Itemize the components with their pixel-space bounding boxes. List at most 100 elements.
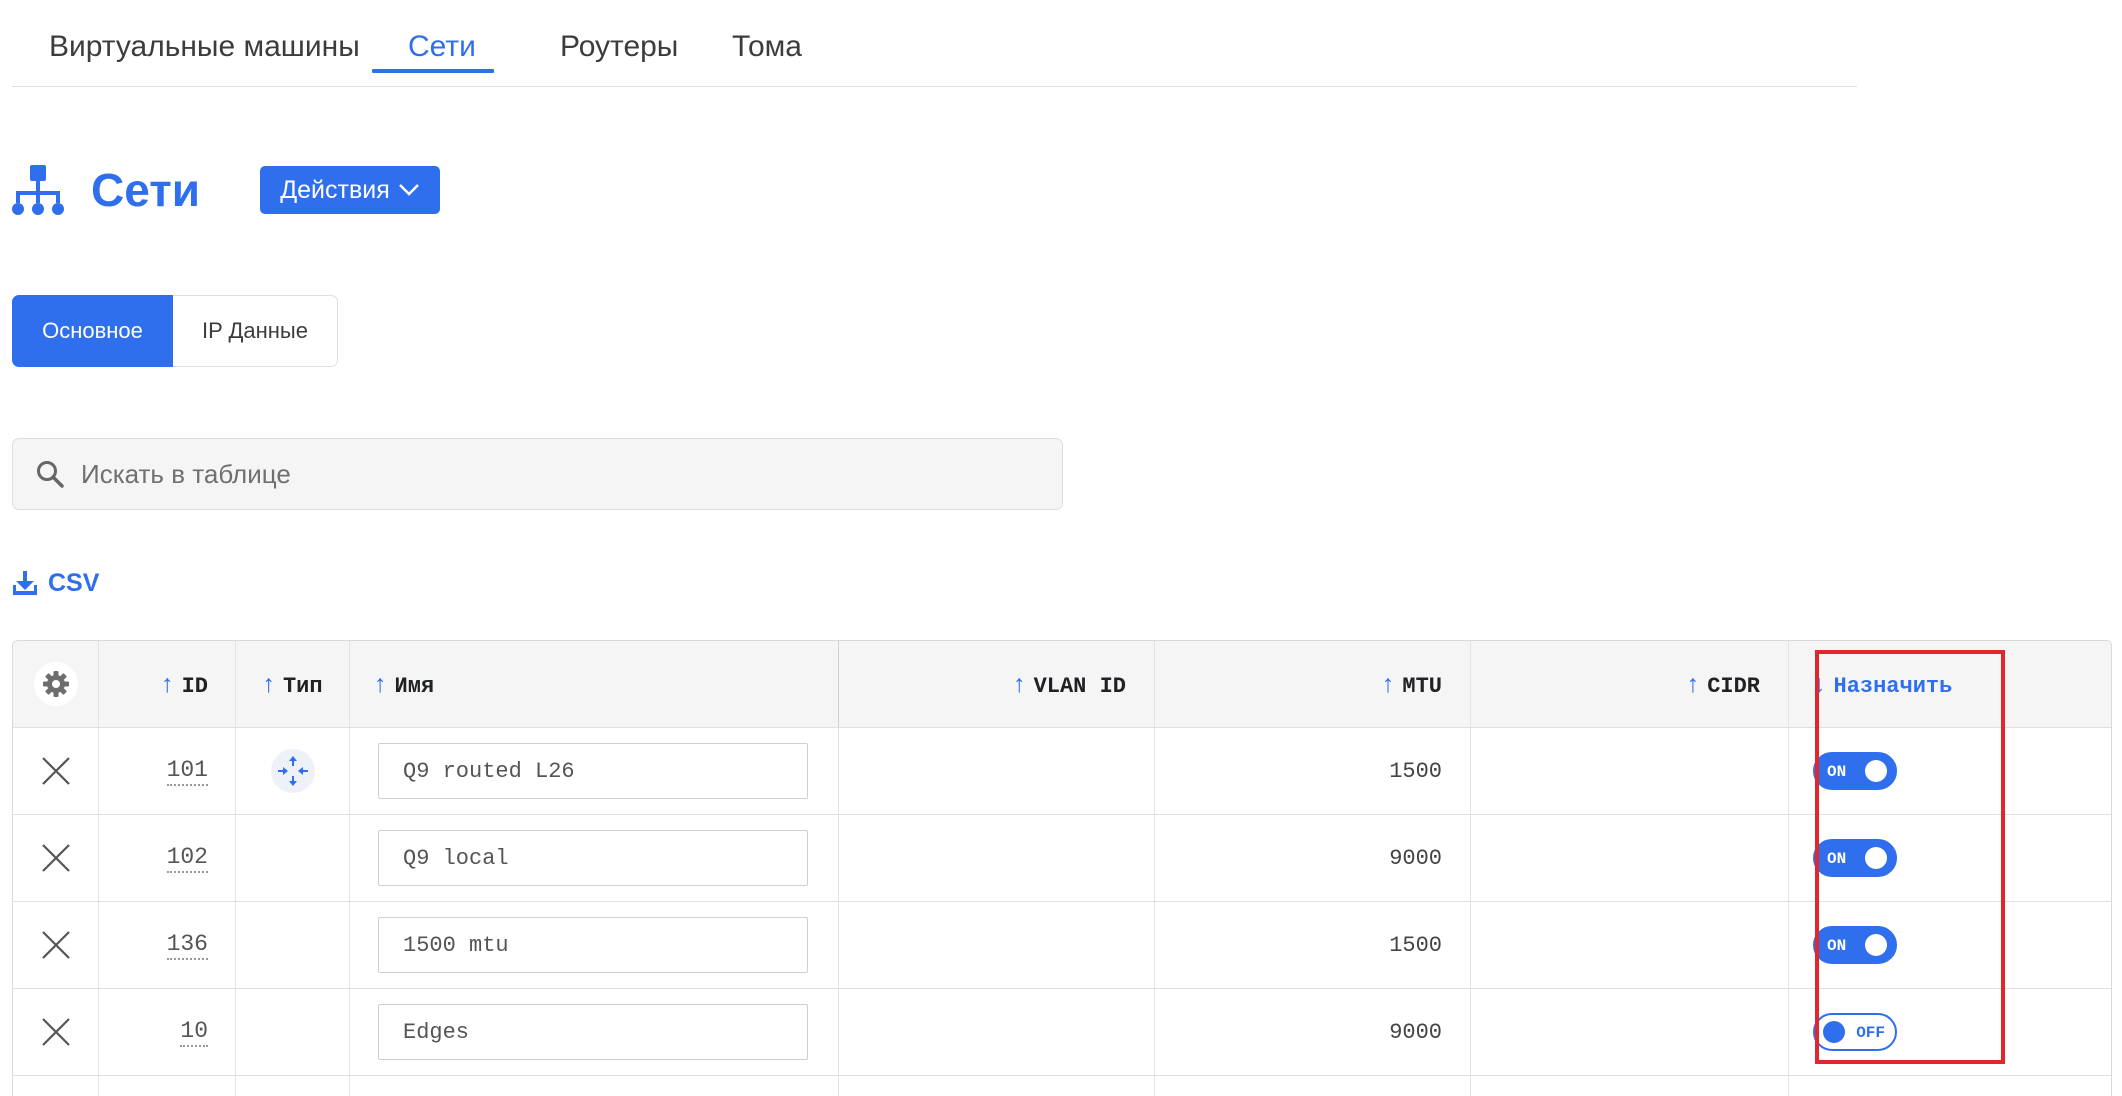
toggle-label: ON <box>1827 763 1847 781</box>
actions-label: Действия <box>280 175 390 204</box>
header-assign[interactable]: ↓ Назначить <box>1789 641 2111 727</box>
vlan-cell <box>839 989 1155 1075</box>
segment-basic[interactable]: Основное <box>12 295 173 367</box>
mtu-value: 9000 <box>1389 845 1442 871</box>
delete-cell <box>13 902 99 988</box>
csv-label: CSV <box>48 568 100 597</box>
toggle-knob <box>1865 760 1887 782</box>
network-icon <box>12 165 64 215</box>
header-cidr[interactable]: ↑ CIDR <box>1471 641 1789 727</box>
name-cell <box>350 815 839 901</box>
name-cell <box>350 728 839 814</box>
download-icon <box>13 571 37 595</box>
mtu-cell: 1500 <box>1155 728 1471 814</box>
partial-cell <box>1471 1076 1789 1096</box>
table-header-row: ↑ ID ↑ Тип ↑ Имя ↑ VLAN ID ↑ MTU ↑ CIDR ↓ Назна… <box>13 641 2111 728</box>
cidr-cell <box>1471 902 1789 988</box>
assign-toggle[interactable]: ON <box>1813 926 1897 964</box>
top-tabs: Виртуальные машины Сети Роутеры Тома <box>12 12 1857 87</box>
delete-cell <box>13 815 99 901</box>
actions-button[interactable]: Действия <box>260 166 440 214</box>
close-icon[interactable] <box>39 841 73 875</box>
search-input[interactable] <box>79 457 983 491</box>
chevron-down-icon <box>398 184 419 196</box>
type-cell <box>236 728 350 814</box>
column-settings-button[interactable] <box>33 662 78 706</box>
sort-up-icon: ↑ <box>1686 669 1700 698</box>
sort-up-icon: ↑ <box>1013 669 1026 698</box>
partial-cell <box>13 1076 99 1096</box>
assign-cell: ON <box>1789 728 2111 814</box>
assign-cell: OFF <box>1789 989 2111 1075</box>
assign-toggle[interactable]: ON <box>1813 752 1897 790</box>
header-mtu[interactable]: ↑ MTU <box>1155 641 1471 727</box>
networks-table: ↑ ID ↑ Тип ↑ Имя ↑ VLAN ID ↑ MTU ↑ CIDR ↓ Назна… <box>12 640 2112 1096</box>
mtu-cell: 9000 <box>1155 989 1471 1075</box>
vlan-cell <box>839 815 1155 901</box>
gear-icon <box>42 671 69 697</box>
mtu-value: 9000 <box>1389 1019 1442 1045</box>
partial-cell <box>1155 1076 1471 1096</box>
table-row: 102 9000 ON <box>13 815 2111 902</box>
tab-volumes[interactable]: Тома <box>732 30 802 64</box>
id-cell: 136 <box>99 902 236 988</box>
toggle-knob <box>1823 1021 1845 1043</box>
close-icon[interactable] <box>39 1015 73 1049</box>
name-cell <box>350 902 839 988</box>
name-input[interactable] <box>378 743 808 799</box>
tab-networks[interactable]: Сети <box>408 30 476 64</box>
delete-cell <box>13 989 99 1075</box>
delete-cell <box>13 728 99 814</box>
name-input[interactable] <box>378 917 808 973</box>
tab-routers[interactable]: Роутеры <box>560 30 678 64</box>
cidr-cell <box>1471 989 1789 1075</box>
header-vlan-id[interactable]: ↑ VLAN ID <box>839 641 1155 727</box>
router-type-icon <box>270 749 315 793</box>
mtu-value: 1500 <box>1389 758 1442 784</box>
partial-cell <box>236 1076 350 1096</box>
table-row: 136 1500 ON <box>13 902 2111 989</box>
sort-down-icon: ↓ <box>1813 669 1826 698</box>
assign-toggle[interactable]: OFF <box>1813 1013 1897 1051</box>
partial-cell <box>99 1076 236 1096</box>
table-row: 10 9000 OFF <box>13 989 2111 1076</box>
toggle-label: ON <box>1827 850 1847 868</box>
close-icon[interactable] <box>39 754 73 788</box>
table-row: 101 1500 ON <box>13 728 2111 815</box>
vlan-cell <box>839 902 1155 988</box>
view-segmented-control: Основное IP Данные <box>12 295 338 367</box>
table-row-partial <box>13 1076 2111 1096</box>
partial-cell <box>1789 1076 2111 1096</box>
name-cell <box>350 989 839 1075</box>
id-link[interactable]: 102 <box>166 844 208 873</box>
sort-up-icon: ↑ <box>262 669 275 698</box>
id-cell: 102 <box>99 815 236 901</box>
toggle-label: ON <box>1827 937 1847 955</box>
assign-cell: ON <box>1789 815 2111 901</box>
name-input[interactable] <box>378 1004 808 1060</box>
header-name[interactable]: ↑ Имя <box>350 641 839 727</box>
tab-virtual-machines[interactable]: Виртуальные машины <box>49 30 360 64</box>
name-input[interactable] <box>378 830 808 886</box>
sort-up-icon: ↑ <box>1381 669 1395 698</box>
mtu-cell: 1500 <box>1155 902 1471 988</box>
close-icon[interactable] <box>39 928 73 962</box>
search-icon <box>37 461 64 488</box>
id-link[interactable]: 136 <box>166 931 208 960</box>
page-title: Сети <box>91 164 201 216</box>
assign-toggle[interactable]: ON <box>1813 839 1897 877</box>
mtu-cell: 9000 <box>1155 815 1471 901</box>
id-link[interactable]: 10 <box>180 1018 208 1047</box>
table-search <box>12 438 1063 510</box>
type-cell <box>236 989 350 1075</box>
vlan-cell <box>839 728 1155 814</box>
id-link[interactable]: 101 <box>166 757 208 786</box>
segment-ip-data[interactable]: IP Данные <box>173 295 338 367</box>
header-id[interactable]: ↑ ID <box>99 641 236 727</box>
header-type[interactable]: ↑ Тип <box>236 641 350 727</box>
header-settings-cell <box>13 641 99 727</box>
assign-cell: ON <box>1789 902 2111 988</box>
partial-cell <box>350 1076 839 1096</box>
type-cell <box>236 815 350 901</box>
csv-export-button[interactable]: CSV <box>12 566 99 600</box>
